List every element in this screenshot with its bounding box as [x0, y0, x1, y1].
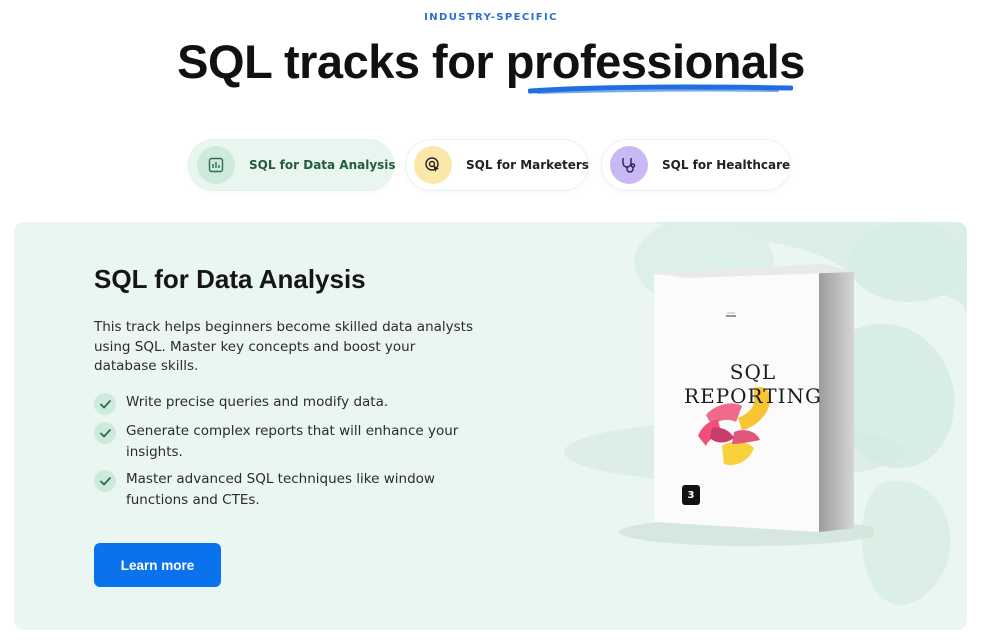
product-title-line2: REPORTING	[684, 384, 822, 408]
panel-title: SQL for Data Analysis	[94, 264, 366, 294]
brush-underline-decoration	[527, 84, 793, 94]
list-item: Generate complex reports that will enhan…	[94, 421, 464, 463]
tab-label: SQL for Marketers	[466, 158, 589, 172]
product-title-line1: SQL	[729, 360, 777, 384]
page-title-prefix: SQL tracks for	[177, 35, 506, 88]
page-title-highlight: professionals	[505, 35, 806, 88]
product-box-title: SQL REPORTING	[668, 360, 838, 408]
check-icon	[94, 422, 116, 444]
stethoscope-icon	[610, 146, 648, 184]
check-icon	[94, 470, 116, 492]
track-panel: SQL for Data Analysis This track helps b…	[14, 222, 967, 630]
target-cursor-icon	[414, 146, 452, 184]
eyebrow-label: INDUSTRY-SPECIFIC	[424, 12, 558, 23]
feature-text: Generate complex reports that will enhan…	[126, 423, 459, 460]
check-icon	[94, 393, 116, 415]
learn-more-button[interactable]: Learn more	[94, 543, 221, 587]
panel-description: This track helps beginners become skille…	[94, 319, 473, 374]
page-title: SQL tracks for professionals	[0, 34, 982, 94]
product-volume-badge: 3	[682, 485, 700, 505]
feature-text: Write precise queries and modify data.	[126, 394, 389, 410]
product-box-image: SQL REPORTING 3	[614, 260, 879, 550]
tab-label: SQL for Healthcare	[662, 158, 791, 172]
feature-text: Master advanced SQL techniques like wind…	[126, 471, 435, 508]
list-item: Write precise queries and modify data.	[94, 392, 464, 415]
tab-sql-for-healthcare[interactable]: SQL for Healthcare	[601, 139, 791, 191]
tab-label: SQL for Data Analysis	[249, 158, 396, 172]
tab-sql-for-data-analysis[interactable]: SQL for Data Analysis	[188, 139, 396, 191]
page-title-highlight-wrap: professionals	[505, 34, 806, 94]
track-tabs: SQL for Data Analysis SQL for Marketers …	[188, 139, 792, 193]
feature-list: Write precise queries and modify data. G…	[94, 392, 464, 517]
list-item: Master advanced SQL techniques like wind…	[94, 469, 464, 511]
tab-sql-for-marketers[interactable]: SQL for Marketers	[405, 139, 589, 191]
bar-chart-icon	[197, 146, 235, 184]
